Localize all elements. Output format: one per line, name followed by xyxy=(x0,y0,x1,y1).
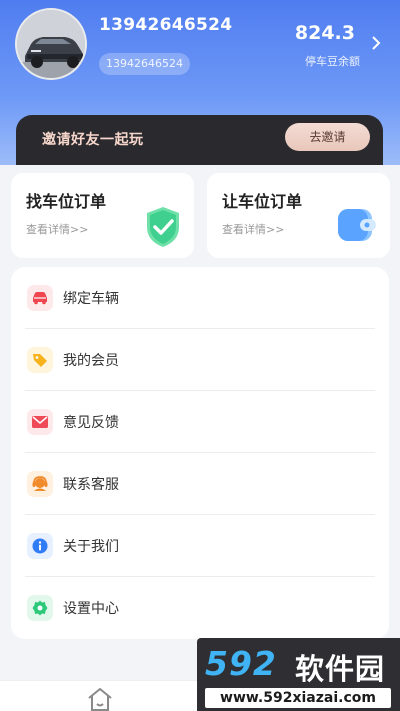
menu-item-label: 联系客服 xyxy=(63,477,119,493)
order-card-link[interactable]: 查看详情>> xyxy=(222,221,284,237)
order-card-link[interactable]: 查看详情>> xyxy=(26,221,88,237)
menu-item-settings[interactable]: 设置中心 xyxy=(25,577,375,639)
user-phone: 13942646524 xyxy=(99,15,233,35)
support-agent-icon xyxy=(27,471,53,497)
menu-item-label: 我的会员 xyxy=(63,353,119,369)
menu-item-customer-service[interactable]: 联系客服 xyxy=(25,453,375,515)
wallet-icon xyxy=(338,209,376,241)
gear-icon xyxy=(27,595,53,621)
home-icon[interactable] xyxy=(86,686,114,711)
car-photo-icon xyxy=(17,10,85,78)
watermark-logo-digits: 592 xyxy=(205,644,277,683)
tag-icon xyxy=(27,347,53,373)
menu-item-feedback[interactable]: 意见反馈 xyxy=(25,391,375,453)
balance-label: 停车豆余额 xyxy=(305,55,360,68)
car-icon xyxy=(27,285,53,311)
order-card-title: 找车位订单 xyxy=(26,192,107,211)
balance-value[interactable]: 824.3 xyxy=(295,22,355,44)
rent-space-orders-card[interactable]: 让车位订单 查看详情>> xyxy=(207,173,390,258)
watermark-logo-text: 软件园 xyxy=(295,652,386,686)
avatar[interactable] xyxy=(15,8,87,80)
watermark: 592 软件园 www.592xiazai.com xyxy=(197,638,400,711)
menu-item-label: 意见反馈 xyxy=(63,415,119,431)
menu-item-label: 绑定车辆 xyxy=(63,291,119,307)
chevron-right-icon[interactable] xyxy=(370,36,382,50)
menu-list: 绑定车辆 我的会员 意见反馈 联系客服 关于我们 设置中心 xyxy=(11,267,389,639)
menu-item-label: 关于我们 xyxy=(63,539,119,555)
shield-check-icon xyxy=(147,207,179,247)
user-id-pill: 13942646524 xyxy=(99,53,190,75)
menu-item-about-us[interactable]: 关于我们 xyxy=(25,515,375,577)
invite-button[interactable]: 去邀请 xyxy=(285,123,370,151)
menu-item-label: 设置中心 xyxy=(63,601,119,617)
find-space-orders-card[interactable]: 找车位订单 查看详情>> xyxy=(11,173,194,258)
menu-item-membership[interactable]: 我的会员 xyxy=(25,329,375,391)
order-card-title: 让车位订单 xyxy=(222,192,303,211)
watermark-url: www.592xiazai.com xyxy=(205,688,391,708)
info-icon xyxy=(27,533,53,559)
invite-banner: 邀请好友一起玩 去邀请 xyxy=(16,115,383,165)
invite-text: 邀请好友一起玩 xyxy=(42,132,144,148)
menu-item-bind-vehicle[interactable]: 绑定车辆 xyxy=(25,267,375,329)
mail-icon xyxy=(27,409,53,435)
